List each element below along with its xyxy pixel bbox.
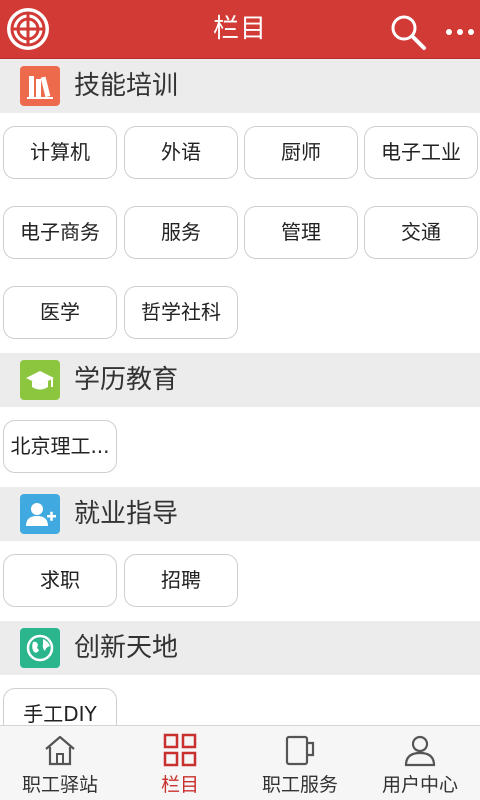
bottom-tab-bar: 职工驿站 栏目 职工服务 用户中心 [0, 725, 480, 800]
more-icon[interactable] [442, 14, 478, 50]
tag-button[interactable]: 服务 [124, 206, 238, 259]
top-bar: 栏目 [0, 0, 480, 59]
tab-label: 职工服务 [261, 774, 338, 796]
tab-user-center[interactable]: 用户中心 [360, 726, 480, 800]
tag-button[interactable]: 外语 [124, 126, 238, 179]
tab-label: 职工驿站 [21, 774, 98, 796]
user-icon [402, 732, 438, 768]
section-title: 创新天地 [74, 633, 179, 663]
section-header-education: 学历教育 [0, 353, 480, 407]
tab-services[interactable]: 职工服务 [240, 726, 360, 800]
tab-home[interactable]: 职工驿站 [0, 726, 120, 800]
category-list: 技能培训 计算机 外语 厨师 电子工业 电子商务 服务 管理 交通 医学 哲学社… [0, 59, 480, 725]
tag-button[interactable]: 哲学社科 [124, 286, 238, 339]
tab-columns[interactable]: 栏目 [120, 726, 240, 800]
graduation-cap-icon [20, 360, 60, 400]
add-user-icon [20, 494, 60, 534]
section-header-innovation: 创新天地 [0, 621, 480, 675]
tag-button[interactable]: 计算机 [3, 126, 117, 179]
tag-button[interactable]: 厨师 [244, 126, 358, 179]
books-icon [20, 66, 60, 106]
globe-icon [20, 628, 60, 668]
tag-button[interactable]: 电子商务 [3, 206, 117, 259]
section-header-employment: 就业指导 [0, 487, 480, 541]
tag-button[interactable]: 北京理工... [3, 420, 117, 473]
section-title: 技能培训 [74, 71, 179, 101]
cup-icon [282, 732, 318, 768]
tag-button[interactable]: 交通 [364, 206, 478, 259]
grid-icon [162, 732, 198, 768]
tag-button[interactable]: 管理 [244, 206, 358, 259]
tag-button[interactable]: 电子工业 [364, 126, 478, 179]
section-header-skills: 技能培训 [0, 59, 480, 113]
tag-button[interactable]: 求职 [3, 554, 117, 607]
tag-button[interactable]: 医学 [3, 286, 117, 339]
section-title: 学历教育 [74, 365, 179, 395]
home-icon [42, 732, 78, 768]
tag-button[interactable]: 手工DIY [3, 688, 117, 725]
tag-button[interactable]: 招聘 [124, 554, 238, 607]
tab-label: 栏目 [160, 774, 199, 796]
search-icon[interactable] [388, 12, 428, 52]
section-title: 就业指导 [74, 499, 179, 529]
tab-label: 用户中心 [381, 774, 458, 796]
